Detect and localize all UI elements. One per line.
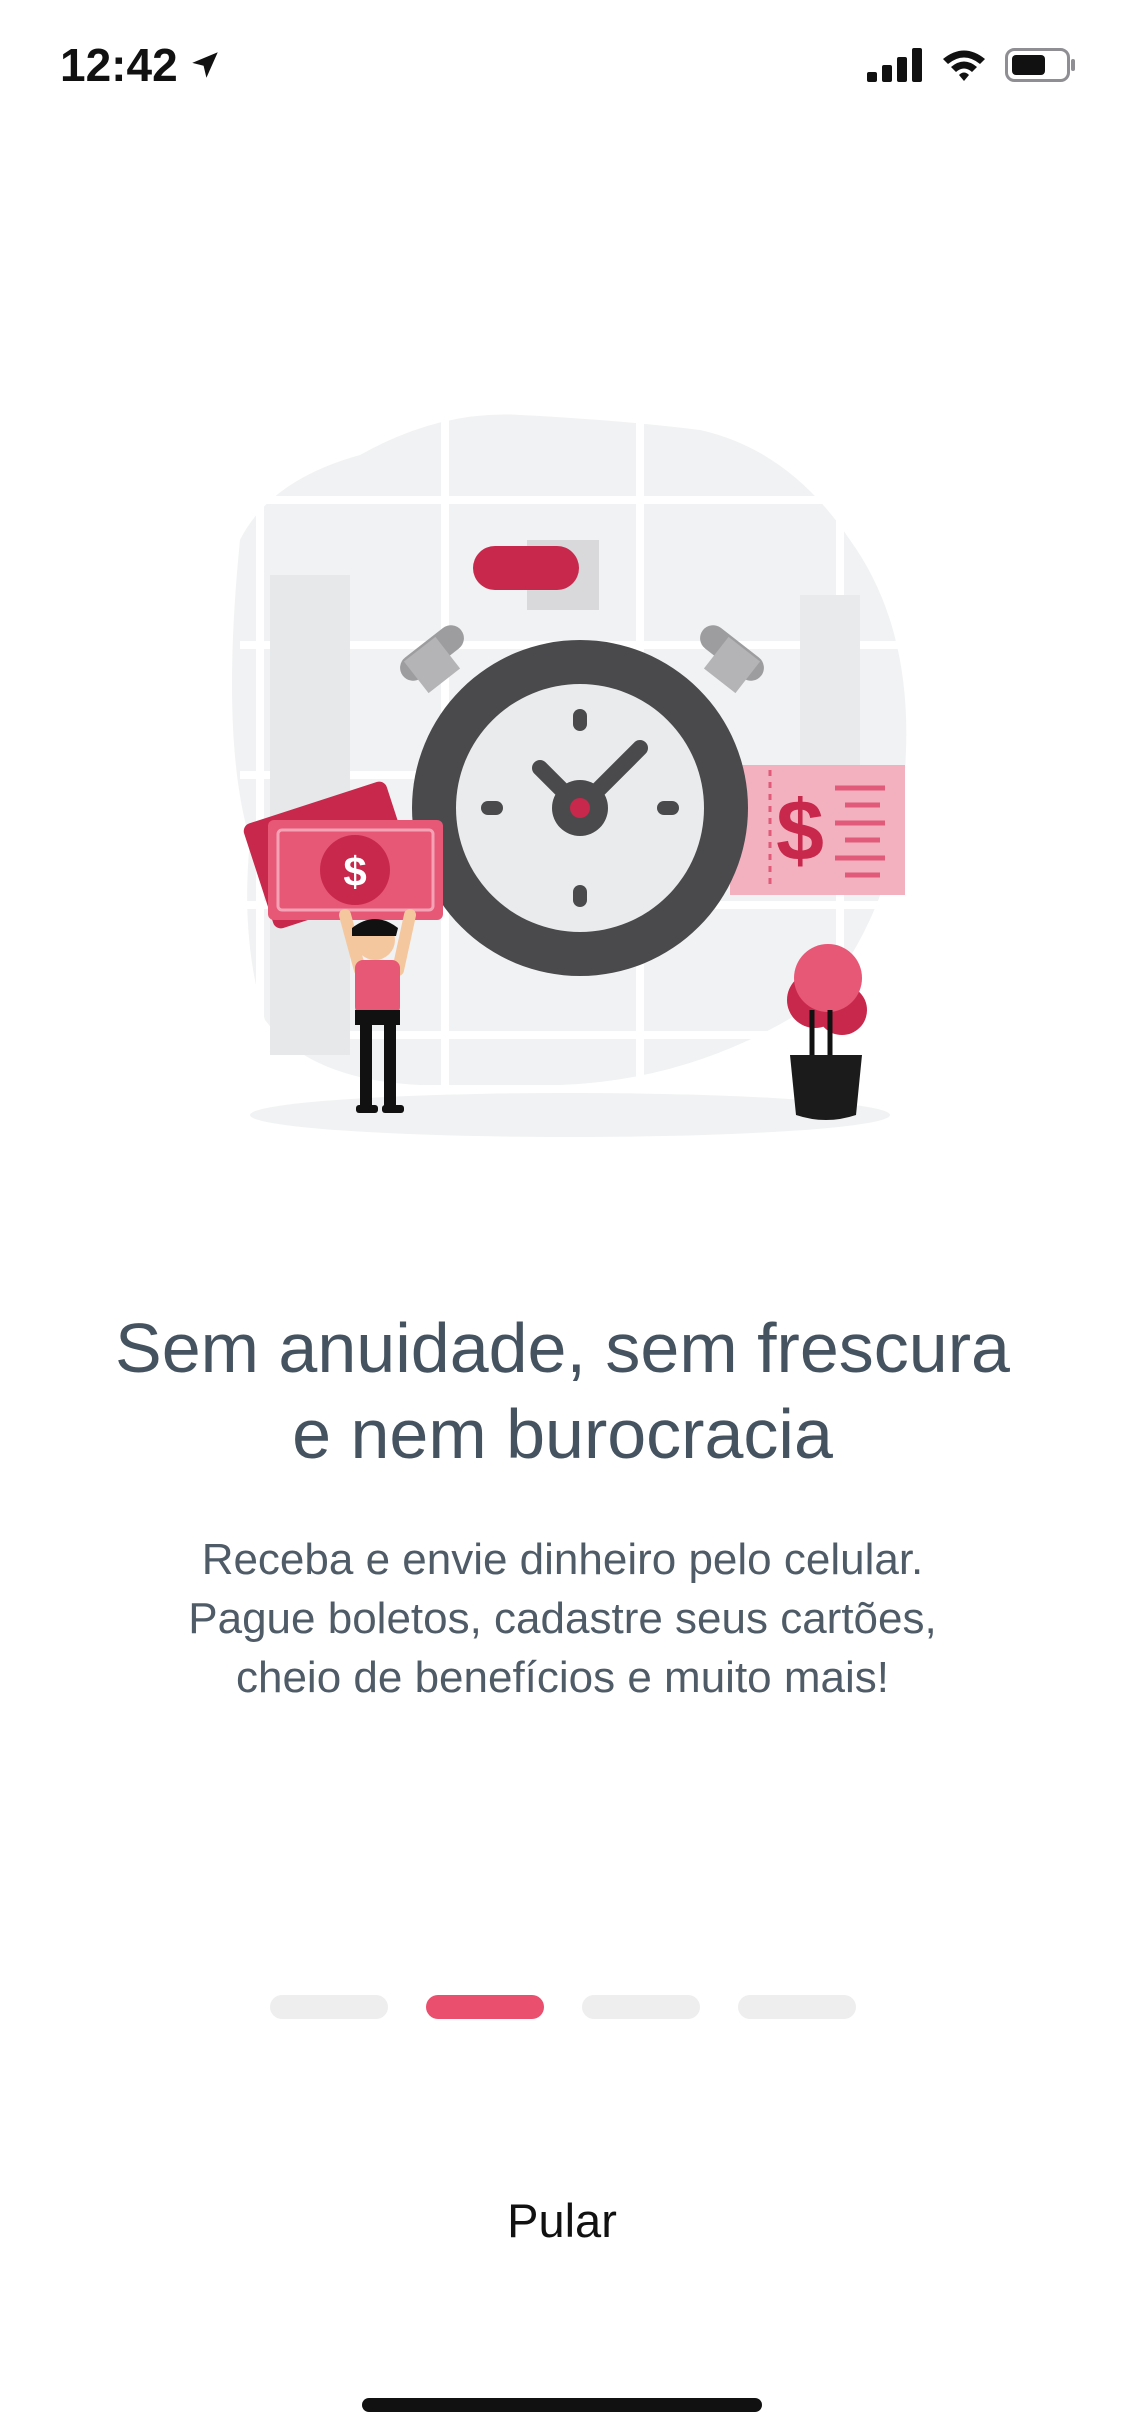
page-dot-2-active[interactable]: [425, 1995, 544, 2019]
page-dot-4[interactable]: [737, 1995, 856, 2019]
stopwatch-money-illustration: $ $: [232, 414, 907, 1137]
status-time: 12:42: [60, 39, 178, 91]
onboarding-headline: Sem anuidade, sem frescura e nem burocra…: [40, 1305, 1085, 1477]
ground-shadow: [250, 1093, 890, 1137]
bill-dollar-text: $: [343, 848, 366, 895]
home-indicator[interactable]: [362, 2398, 762, 2412]
battery-icon: [1005, 48, 1075, 82]
onboarding-illustration: $ $: [0, 380, 1125, 1160]
status-time-group: 12:42: [60, 38, 222, 92]
skip-button[interactable]: Pular: [412, 2180, 712, 2260]
status-bar: 12:42: [0, 0, 1125, 140]
description-line-2: Pague boletos, cadastre seus cartões,: [188, 1594, 937, 1643]
receipt-ticket: $: [730, 765, 905, 895]
description-line-1: Receba e envie dinheiro pelo celular.: [201, 1535, 924, 1584]
location-arrow-icon: [191, 52, 218, 78]
status-indicators: [867, 48, 1077, 82]
page-dot-1[interactable]: [269, 1995, 388, 2019]
headline-line-2: e nem burocracia: [292, 1395, 833, 1473]
headline-line-1: Sem anuidade, sem frescura: [115, 1309, 1010, 1387]
description-line-3: cheio de benefícios e muito mais!: [235, 1653, 890, 1702]
wifi-icon: [943, 50, 985, 81]
receipt-dollar-text: $: [776, 783, 824, 879]
page-dot-3[interactable]: [581, 1995, 700, 2019]
page-indicator: [0, 1995, 1125, 2019]
onboarding-description: Receba e envie dinheiro pelo celular. Pa…: [80, 1530, 1045, 1707]
cellular-signal-icon: [867, 48, 922, 82]
